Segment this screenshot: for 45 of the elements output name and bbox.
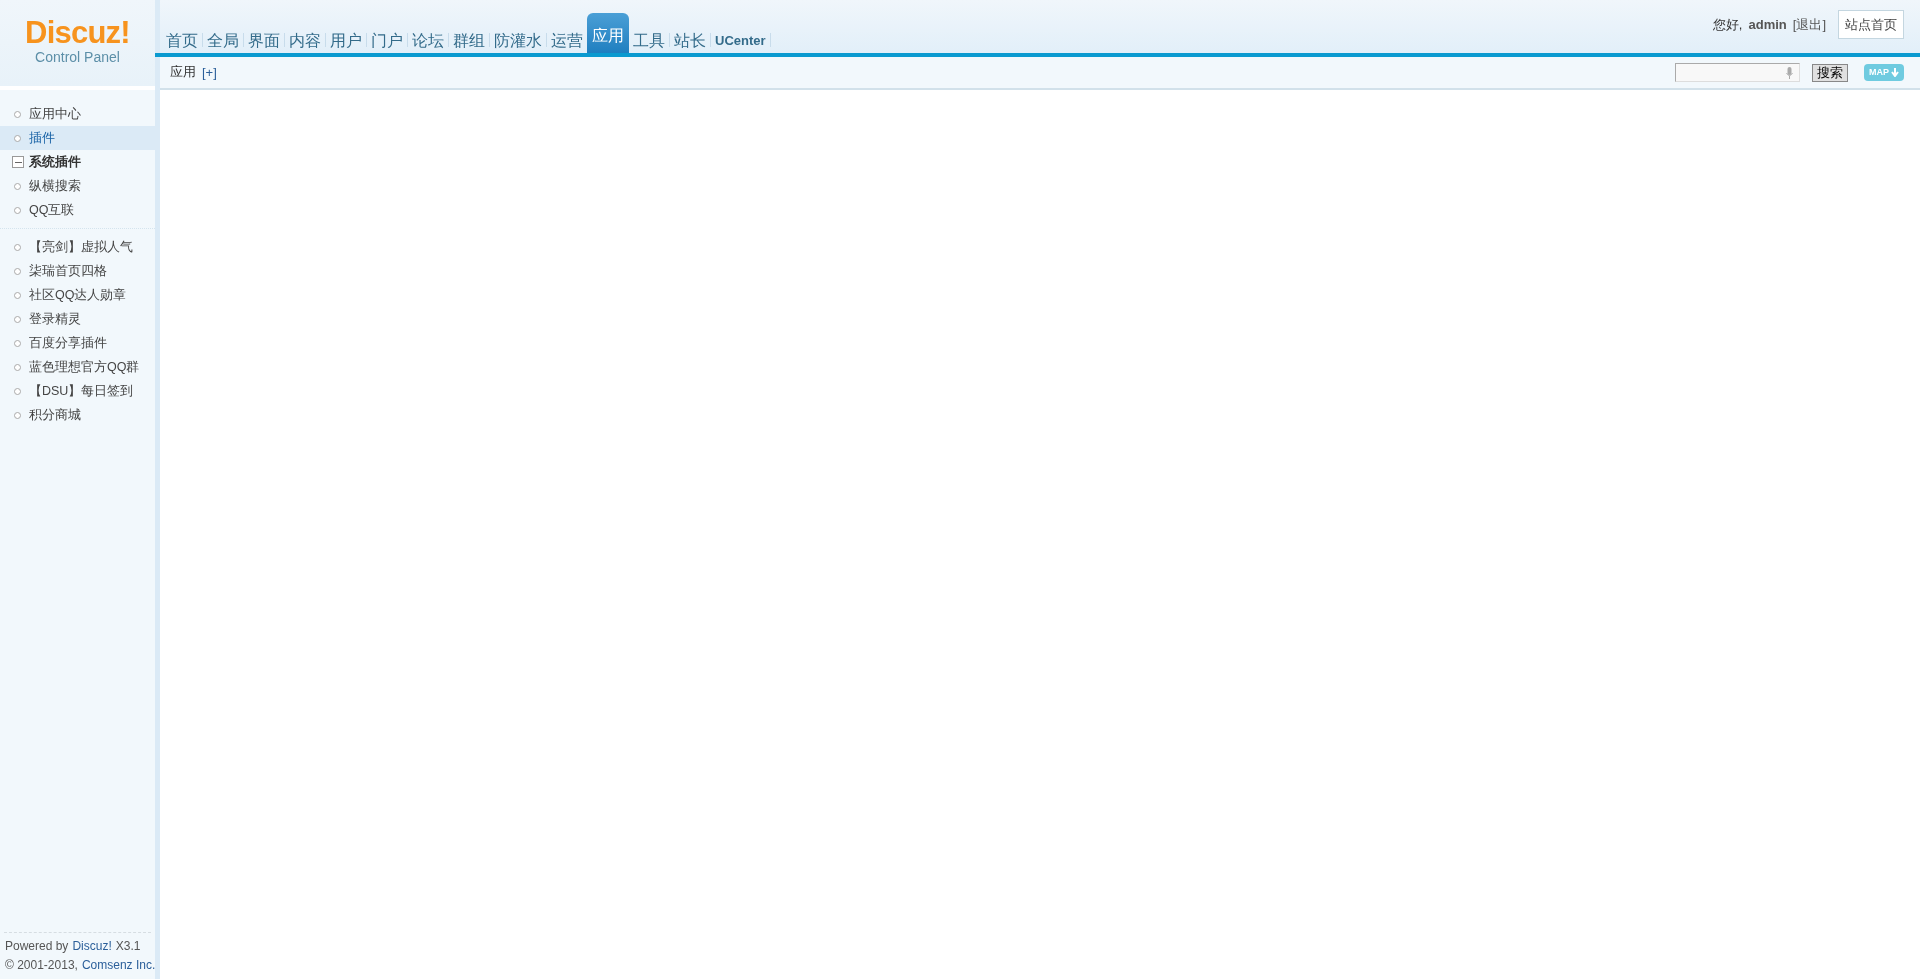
sidebar-item[interactable]: 插件 [0, 126, 155, 150]
footer-text: © 2001-2013, [5, 957, 78, 974]
footer-text: Powered by [5, 938, 69, 955]
sidebar-item[interactable]: 应用中心 [0, 102, 155, 126]
nav-tab[interactable]: 论坛 [408, 23, 448, 53]
sidebar-item[interactable]: QQ互联 [0, 198, 155, 222]
sidebar-item[interactable]: 百度分享插件 [0, 331, 155, 355]
sidebar-item[interactable]: 积分商城 [0, 403, 155, 427]
nav-tab[interactable]: 站长 [670, 23, 710, 53]
nav-tab[interactable]: 运营 [547, 23, 587, 53]
username: admin [1748, 15, 1787, 34]
nav-tab[interactable]: 工具 [629, 23, 669, 53]
logout-link[interactable]: [退出] [1792, 14, 1826, 35]
sidebar-item[interactable]: 纵横搜索 [0, 174, 155, 198]
sidebar-item[interactable]: 【亮剑】虚拟人气 [0, 235, 155, 259]
logo-subtitle: Control Panel [35, 48, 120, 66]
nav-tab[interactable]: 首页 [162, 23, 202, 53]
nav-tab[interactable]: 门户 [367, 23, 407, 53]
nav-tab[interactable]: 应用 [587, 13, 629, 53]
nav-tab[interactable]: 界面 [244, 23, 284, 53]
collapse-icon[interactable] [12, 156, 24, 168]
sidebar-item[interactable]: 蓝色理想官方QQ群 [0, 355, 155, 379]
nav-tab[interactable]: 用户 [326, 23, 366, 53]
sidebar-group-title: 系统插件 [29, 153, 81, 172]
footer-link[interactable]: Comsenz Inc. [81, 956, 156, 975]
nav-tab[interactable]: UCenter [711, 23, 770, 53]
site-home-button[interactable]: 站点首页 [1838, 10, 1904, 39]
add-link[interactable]: [+] [202, 62, 217, 83]
nav-tab[interactable]: 防灌水 [490, 23, 546, 53]
breadcrumb-title: 应用 [170, 64, 196, 82]
sidebar-item[interactable]: 柒瑞首页四格 [0, 259, 155, 283]
search-field[interactable] [1675, 63, 1800, 82]
greeting: 您好, [1712, 15, 1743, 34]
microphone-icon[interactable] [1786, 66, 1793, 79]
nav-tab[interactable]: 全局 [203, 23, 243, 53]
sidebar-item[interactable]: 登录精灵 [0, 307, 155, 331]
nav-tab[interactable]: 内容 [285, 23, 325, 53]
footer-text: X3.1 [115, 938, 141, 955]
sidebar-item[interactable]: 社区QQ达人勋章 [0, 283, 155, 307]
arrow-down-icon [1891, 68, 1899, 77]
nav-tab[interactable]: 群组 [449, 23, 489, 53]
sidebar-item[interactable]: 【DSU】每日签到 [0, 379, 155, 403]
logo-text: Discuz! [25, 18, 130, 48]
search-button[interactable]: 搜索 [1812, 63, 1848, 82]
footer-link[interactable]: Discuz! [72, 937, 112, 956]
